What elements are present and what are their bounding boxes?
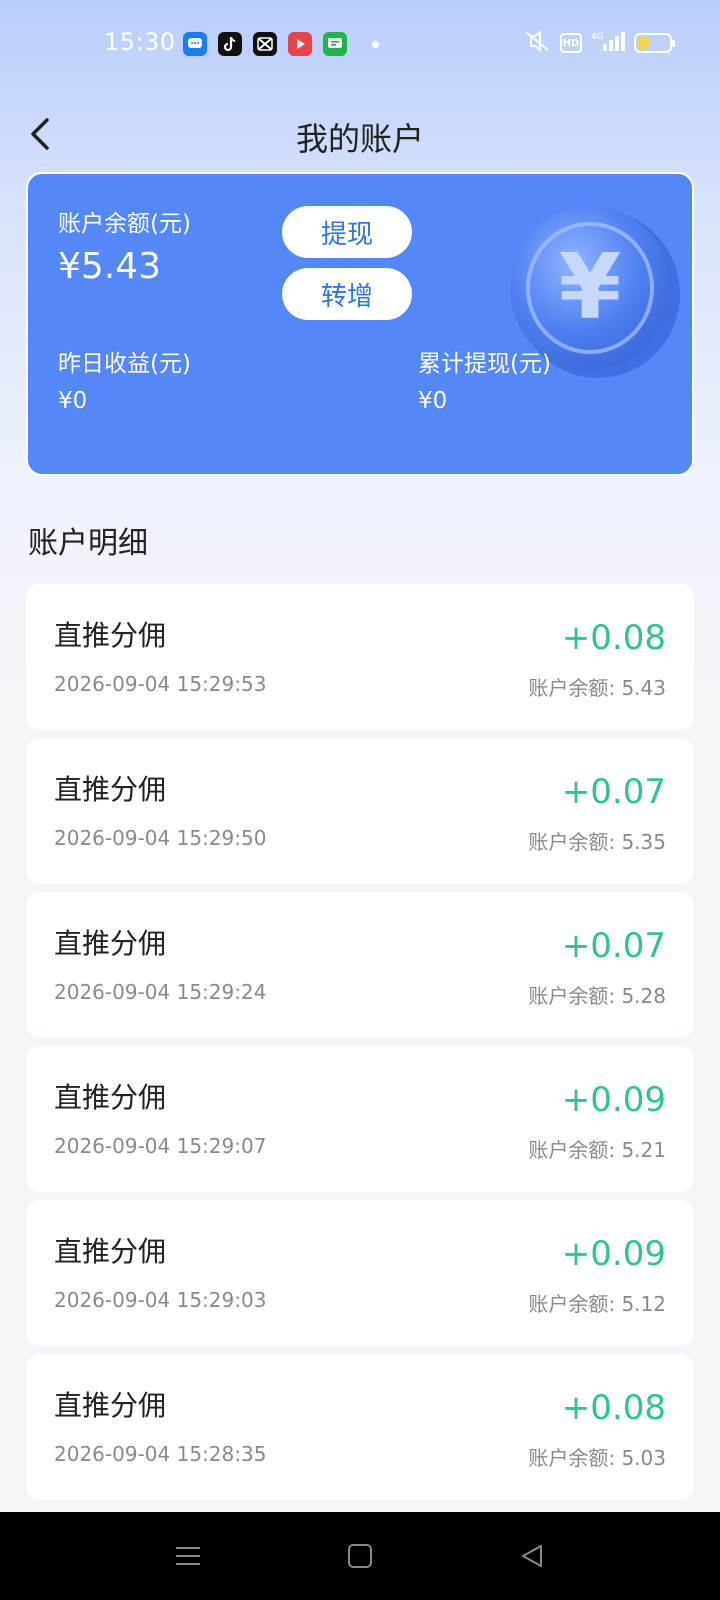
home-button[interactable] (338, 1534, 382, 1578)
item-amount: +0.07 (561, 926, 666, 966)
battery-level (638, 37, 649, 49)
item-amount: +0.08 (561, 618, 666, 658)
item-title: 直推分佣 (54, 1389, 167, 1422)
balance-card: ¥ 账户余额(元) ¥5.43 提现 转增 昨日收益(元) ¥0 累计提现(元)… (26, 172, 694, 476)
item-amount: +0.09 (561, 1080, 666, 1120)
svg-text:4G: 4G (591, 32, 604, 42)
tiktok-icon (218, 32, 242, 56)
item-balance: 账户余额: 5.28 (528, 984, 666, 1008)
item-amount: +0.09 (561, 1234, 666, 1274)
item-title: 直推分佣 (54, 619, 167, 652)
square-icon (348, 1544, 372, 1568)
yesterday-earnings-label: 昨日收益(元) (58, 351, 191, 377)
menu-icon (176, 1547, 200, 1565)
list-item[interactable]: 直推分佣 2026-09-04 15:29:24 +0.07 账户余额: 5.2… (26, 892, 694, 1038)
yesterday-earnings-value: ¥0 (58, 388, 88, 414)
system-icons: HD 4G (523, 29, 675, 56)
mute-icon (523, 29, 551, 56)
signal-icon: 4G (591, 30, 625, 56)
total-withdraw-value: ¥0 (418, 388, 448, 414)
balance-label: 账户余额(元) (58, 211, 191, 237)
battery-icon (634, 33, 675, 53)
message-icon (183, 32, 207, 56)
header: 我的账户 (0, 100, 720, 170)
list-item[interactable]: 直推分佣 2026-09-04 15:29:50 +0.07 账户余额: 5.3… (26, 738, 694, 884)
item-balance: 账户余额: 5.12 (528, 1292, 666, 1316)
section-title: 账户明细 (28, 526, 148, 561)
video-icon (288, 32, 312, 56)
item-balance: 账户余额: 5.03 (528, 1446, 666, 1470)
item-balance: 账户余额: 5.35 (528, 830, 666, 854)
item-time: 2026-09-04 15:29:50 (54, 826, 267, 850)
item-time: 2026-09-04 15:29:03 (54, 1288, 267, 1312)
item-amount: +0.08 (561, 1388, 666, 1428)
more-notifications-dot (372, 40, 379, 48)
item-title: 直推分佣 (54, 1235, 167, 1268)
hd-icon: HD (560, 33, 582, 53)
svg-text:¥: ¥ (559, 235, 622, 340)
notification-icons (183, 32, 379, 56)
navigation-bar (0, 1512, 720, 1600)
list-item[interactable]: 直推分佣 2026-09-04 15:29:03 +0.09 账户余额: 5.1… (26, 1200, 694, 1346)
list-item[interactable]: 直推分佣 2026-09-04 15:29:53 +0.08 账户余额: 5.4… (26, 584, 694, 730)
balance-value: ¥5.43 (58, 246, 162, 287)
status-bar: 15:30 HD 4G (0, 0, 720, 90)
chat-icon (323, 32, 347, 56)
item-time: 2026-09-04 15:28:35 (54, 1442, 267, 1466)
transfer-button[interactable]: 转增 (282, 268, 412, 320)
list-item[interactable]: 直推分佣 2026-09-04 15:28:35 +0.08 账户余额: 5.0… (26, 1354, 694, 1500)
item-title: 直推分佣 (54, 1081, 167, 1114)
page-title: 我的账户 (295, 120, 424, 158)
item-title: 直推分佣 (54, 927, 167, 960)
item-time: 2026-09-04 15:29:53 (54, 672, 267, 696)
list-item[interactable]: 直推分佣 2026-09-04 15:29:07 +0.09 账户余额: 5.2… (26, 1046, 694, 1192)
status-time: 15:30 (104, 28, 176, 56)
recent-apps-button[interactable] (166, 1534, 210, 1578)
triangle-back-icon (522, 1545, 542, 1567)
system-back-button[interactable] (510, 1534, 554, 1578)
item-time: 2026-09-04 15:29:07 (54, 1134, 267, 1158)
withdraw-button[interactable]: 提现 (282, 206, 412, 258)
capcut-icon (253, 32, 277, 56)
total-withdraw-label: 累计提现(元) (418, 351, 551, 377)
item-title: 直推分佣 (54, 773, 167, 806)
item-balance: 账户余额: 5.43 (528, 676, 666, 700)
item-balance: 账户余额: 5.21 (528, 1138, 666, 1162)
item-amount: +0.07 (561, 772, 666, 812)
item-time: 2026-09-04 15:29:24 (54, 980, 267, 1004)
